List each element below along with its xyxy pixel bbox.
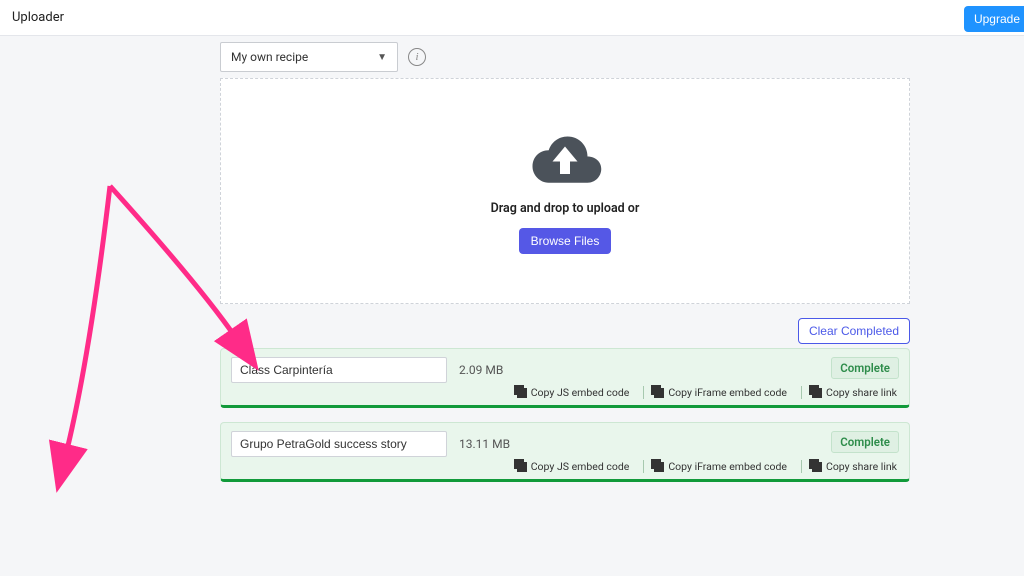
copy-icon xyxy=(517,462,527,472)
dropzone-text: Drag and drop to upload or xyxy=(491,201,640,216)
copy-icon xyxy=(812,388,822,398)
recipe-selected-label: My own recipe xyxy=(231,50,308,64)
info-icon[interactable]: i xyxy=(408,48,426,66)
clear-row: Clear Completed xyxy=(220,318,910,344)
copy-share-link[interactable]: Copy share link xyxy=(801,386,897,399)
copy-icon xyxy=(654,462,664,472)
copy-js-link[interactable]: Copy JS embed code xyxy=(517,460,630,473)
upload-name-input[interactable] xyxy=(231,357,447,383)
copy-icon xyxy=(654,388,664,398)
copy-iframe-link[interactable]: Copy iFrame embed code xyxy=(643,386,787,399)
upload-name-input[interactable] xyxy=(231,431,447,457)
topbar: Uploader Upgrade xyxy=(0,0,1024,36)
dropzone[interactable]: Drag and drop to upload or Browse Files xyxy=(220,78,910,304)
clear-completed-button[interactable]: Clear Completed xyxy=(798,318,910,344)
recipe-select[interactable]: My own recipe ▼ xyxy=(220,42,398,72)
copy-icon xyxy=(812,462,822,472)
copy-share-link[interactable]: Copy share link xyxy=(801,460,897,473)
upload-size: 2.09 MB xyxy=(459,363,503,377)
copy-iframe-link[interactable]: Copy iFrame embed code xyxy=(643,460,787,473)
cloud-upload-icon xyxy=(523,129,607,189)
recipe-row: My own recipe ▼ i xyxy=(220,42,426,72)
upload-card: 2.09 MB Complete Copy JS embed code Copy… xyxy=(220,348,910,408)
status-badge: Complete xyxy=(831,431,899,453)
browse-files-button[interactable]: Browse Files xyxy=(519,228,612,254)
content: My own recipe ▼ i Drag and drop to uploa… xyxy=(0,36,1024,42)
copy-icon xyxy=(517,388,527,398)
status-badge: Complete xyxy=(831,357,899,379)
upgrade-button[interactable]: Upgrade xyxy=(964,6,1024,32)
chevron-down-icon: ▼ xyxy=(377,52,387,63)
upload-size: 13.11 MB xyxy=(459,437,510,451)
copy-js-link[interactable]: Copy JS embed code xyxy=(517,386,630,399)
page-title: Uploader xyxy=(12,10,64,25)
upload-card: 13.11 MB Complete Copy JS embed code Cop… xyxy=(220,422,910,482)
